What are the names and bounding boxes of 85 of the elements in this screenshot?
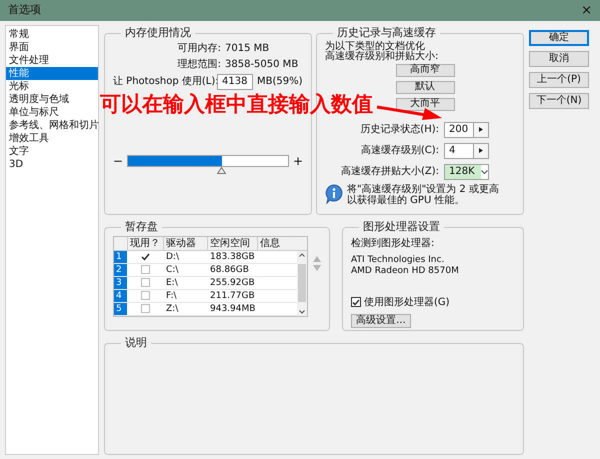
dialog-button[interactable]: 默认 [396,80,454,94]
column-header[interactable]: 驱动器 [163,236,207,250]
free-space-cell-text: 68.86GB [209,264,250,276]
group-title: 内存使用情况 [124,25,192,41]
drive-cell-text: C:\ [165,264,180,276]
dialog-button[interactable]: 确定 [529,30,589,46]
dialog-button[interactable]: 取消 [529,51,589,67]
row-index: 5 [114,302,127,314]
info-text: 将"高速缓存级别"设置为 2 或更高以获得最佳的 GPU 性能。 [347,184,500,206]
group-title: 说明 [124,335,148,351]
sidebar-item[interactable]: 透明度与色域 [6,93,98,106]
row-index: 3 [114,276,127,288]
row-index: 1 [114,250,127,262]
field-label: 高速缓存级别(C): [360,144,439,158]
sidebar-item[interactable]: 参考线、网格和切片 [6,119,98,132]
gpu-detected-label: 检测到图形处理器: [351,236,436,250]
free-space-cell-text: 183.38GB [209,250,256,262]
memory-input-field[interactable]: 4138 [217,74,253,90]
minus-label: − [113,152,124,170]
spinner-button[interactable] [474,142,489,158]
dialog-button[interactable]: 大而平 [396,98,454,110]
free-space-cell-text: 943.94MB [209,302,256,314]
scrollbar[interactable] [297,250,307,316]
chevron-down-icon [299,310,305,314]
chevron-up-icon [299,252,305,256]
number-input-field[interactable]: 200 [444,122,474,138]
plus-label: + [292,152,303,170]
field-label: 高速缓存拼贴大小(Z): [340,164,439,179]
intro-text: 高速缓存级别和拼贴大小: [325,52,440,62]
sidebar-item[interactable]: 3D [6,158,98,171]
check-icon [140,252,150,260]
drive-cell-text: F:\ [165,290,178,302]
drive-cell-text: Z:\ [165,302,180,314]
row-index: 4 [114,290,127,302]
use-checkbox[interactable] [140,291,150,300]
number-input-field[interactable]: 4 [444,142,474,158]
ideal-range-label: 理想范围: [176,58,221,70]
dialog-button[interactable]: 高级设置... [351,314,411,328]
right-triangle-icon [479,127,483,132]
sidebar-item[interactable]: 性能 [6,67,98,80]
use-checkbox[interactable] [140,252,150,261]
gpu-model: AMD Radeon HD 8570M [351,266,460,276]
check-icon [352,298,360,306]
column-header[interactable]: 空闲空间 [207,236,257,250]
dialog-button[interactable]: 上一个(P) [529,72,589,88]
right-triangle-icon [479,148,483,153]
group-title: 历史记录与高速缓存 [336,25,437,40]
chevron-down-icon [481,170,488,174]
use-checkbox[interactable] [140,278,150,287]
sidebar-item[interactable]: 界面 [6,41,98,54]
sidebar-item[interactable]: 单位与标尺 [6,106,98,119]
available-memory-label: 可用内存: [176,42,221,54]
sidebar-item[interactable]: 常规 [6,28,98,41]
memory-percent: MB(59%) [257,75,303,88]
group-title: 暂存盘 [124,219,159,235]
intro-text: 为以下类型的文档优化 [325,42,425,52]
sidebar-item[interactable]: 光标 [6,80,98,93]
use-checkbox[interactable] [140,265,150,274]
size-dropdown[interactable]: 128K [444,164,489,180]
dropdown-value: 128K [445,164,481,178]
column-header[interactable]: 现用？ [127,236,163,250]
free-space-cell-text: 211.77GB [209,290,256,302]
gpu-vendor: ATI Technologies Inc. [351,254,446,266]
dialog-button[interactable]: 下一个(N) [529,93,589,109]
window-title: 首选项 [8,2,41,18]
group-title: 图形处理器设置 [362,219,441,235]
sidebar-item[interactable]: 文件处理 [6,54,98,67]
column-header[interactable]: 信息 [257,236,297,250]
available-memory-value: 7015 MB [225,42,270,54]
gpu-checkbox[interactable] [351,297,361,307]
annotation-text: 可以在输入框中直接输入数值 [100,94,373,115]
row-index: 2 [114,264,127,276]
drive-cell-text: E:\ [165,276,179,288]
info-icon [325,184,343,204]
sidebar-item[interactable]: 增效工具 [6,132,98,145]
field-label: 历史记录状态(H): [360,122,439,137]
use-checkbox[interactable] [140,304,150,313]
sidebar-item[interactable]: 文字 [6,145,98,158]
free-space-cell-text: 255.92GB [209,276,256,288]
gpu-checkbox-label: 使用图形处理器(G) [364,296,450,310]
spinner-button[interactable] [474,122,489,138]
dialog-button[interactable]: 高而窄 [396,64,454,76]
ideal-range-value: 3858-5050 MB [225,58,298,70]
close-button[interactable]: × [581,4,592,17]
drive-cell-text: D:\ [165,250,180,262]
